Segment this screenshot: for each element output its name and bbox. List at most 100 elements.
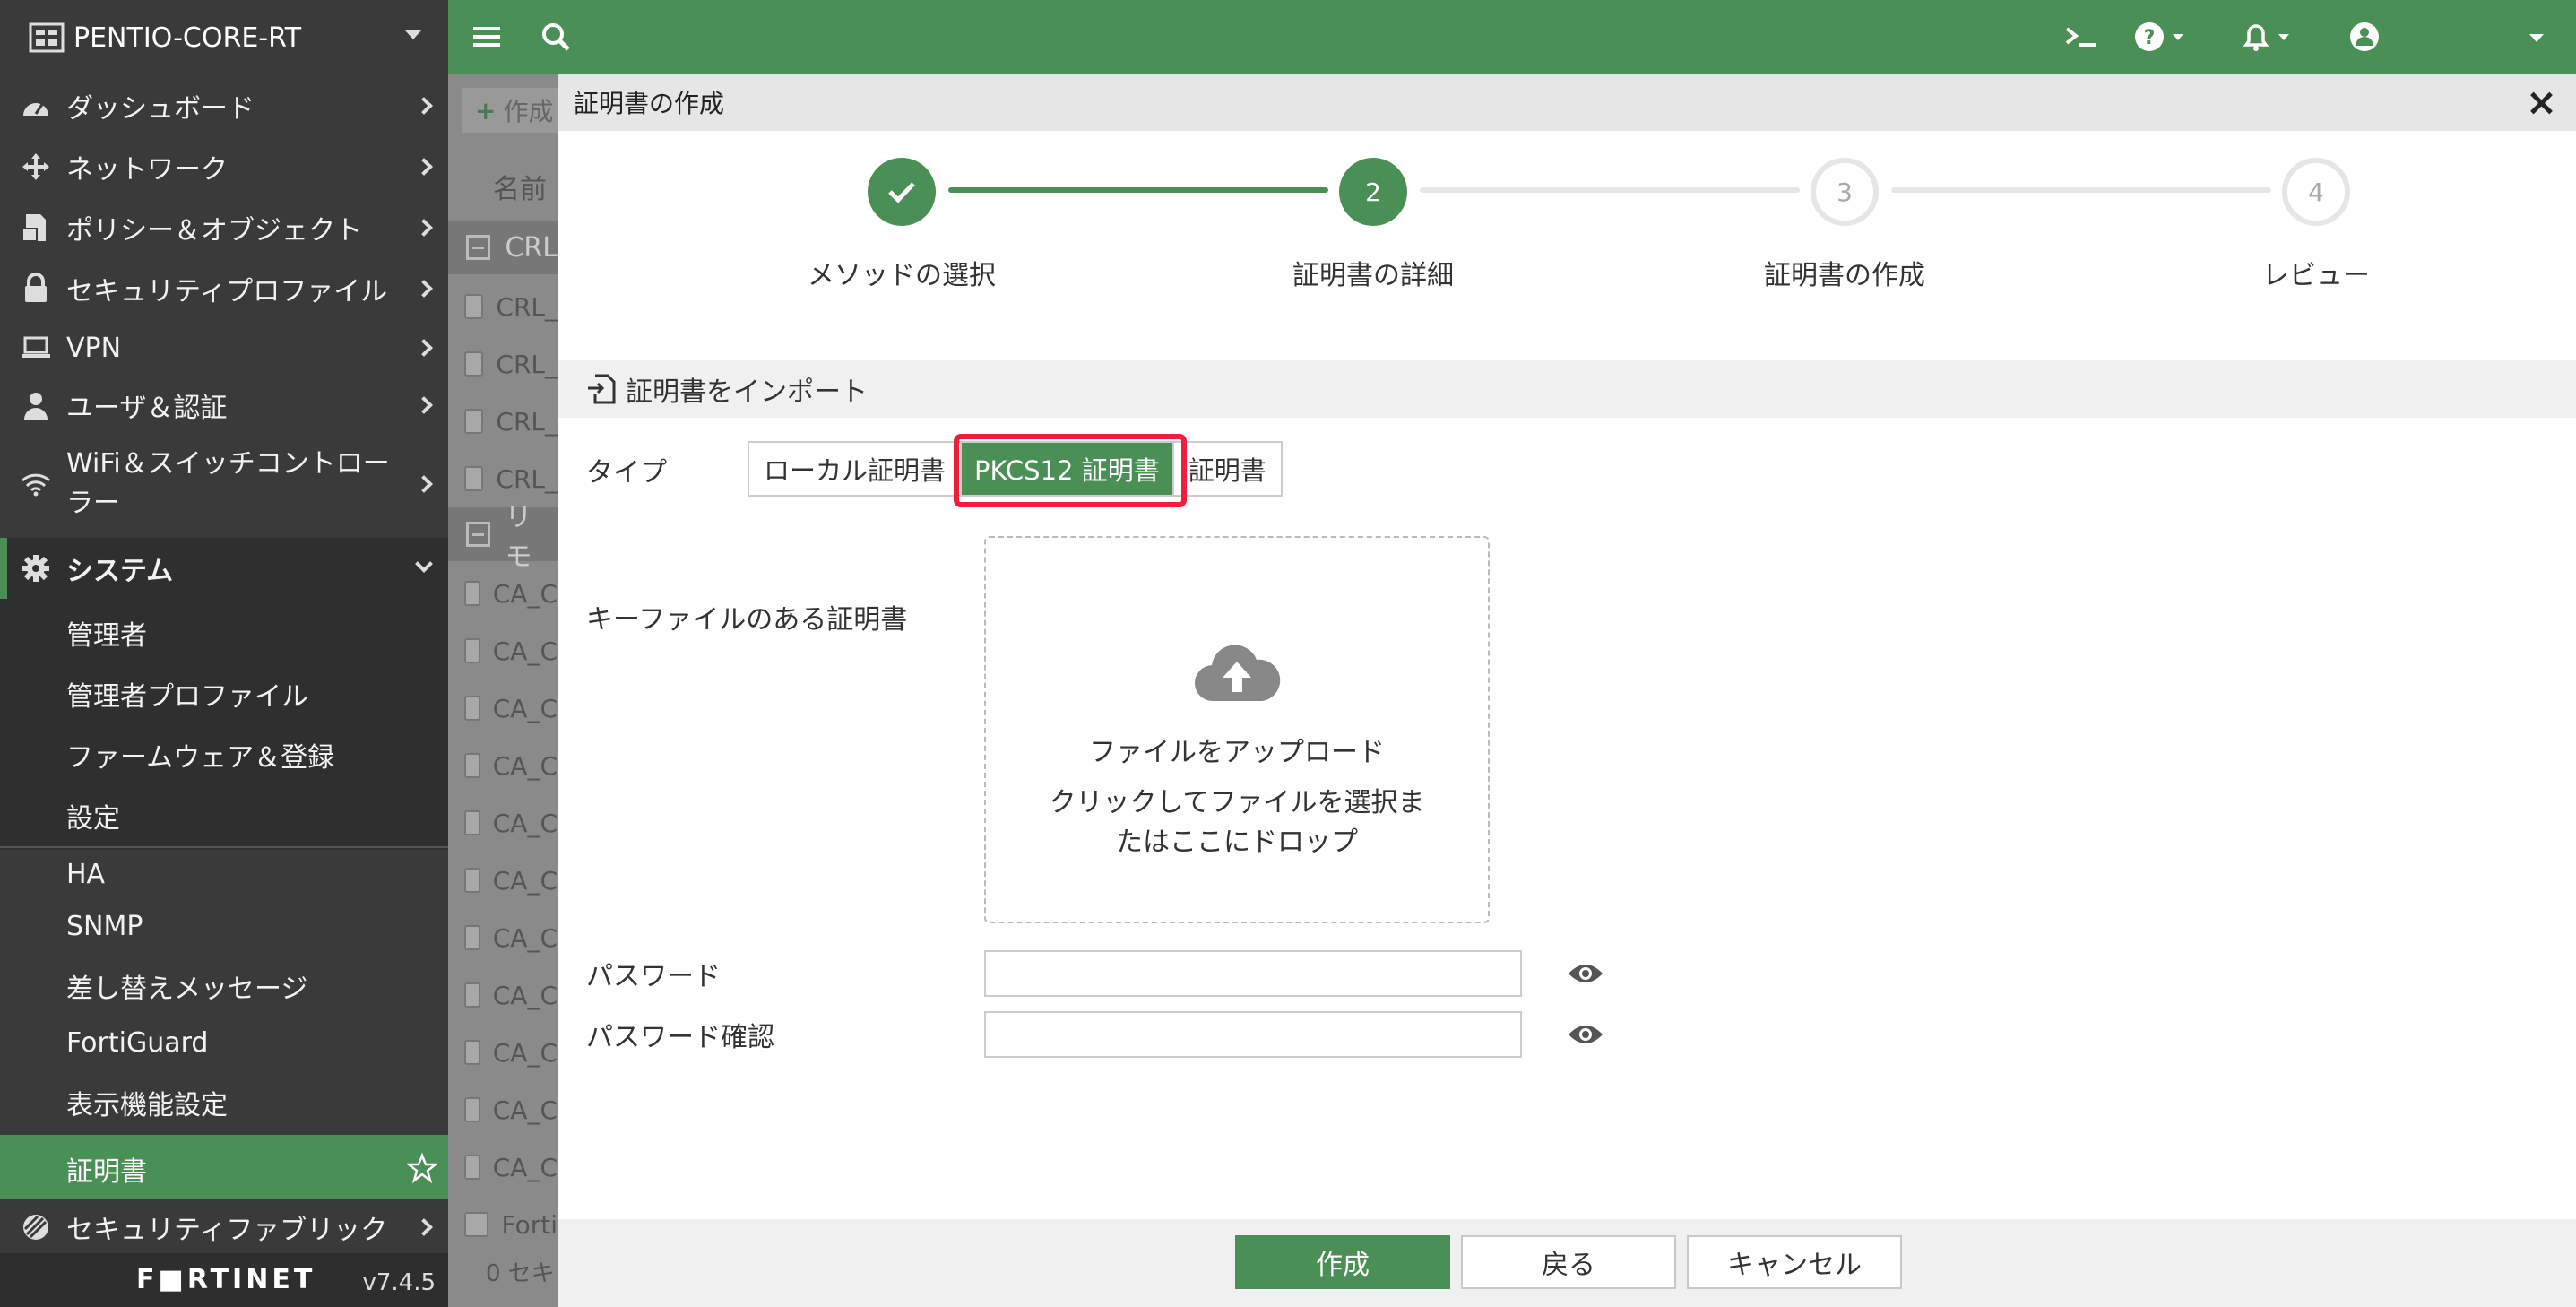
table-row: CA_C: [448, 909, 558, 966]
sidebar-subitem-firmware[interactable]: ファームウェア＆登録: [66, 735, 334, 775]
sidebar-subitem-admin-profiles[interactable]: 管理者プロファイル: [66, 674, 308, 714]
dashboard-icon: [18, 88, 54, 124]
chevron-right-icon: [415, 158, 433, 176]
sidebar-item-dashboard[interactable]: ダッシュボード: [0, 82, 448, 129]
sidebar-item-policy[interactable]: ポリシー＆オブジェクト: [0, 204, 448, 251]
dialog-title: 証明書の作成: [574, 89, 725, 118]
file-upload-dropzone[interactable]: ファイルをアップロード クリックしてファイルを選択またはここにドロップ: [984, 536, 1490, 923]
step-connector: [948, 187, 1328, 193]
step-2-circle: 2: [1339, 158, 1407, 226]
certificate-list-background: + 作成 名前 CRL CRL_ CRL_ CRL_ CRL_ リモ CA_C C…: [448, 74, 558, 1307]
crl-icon: [464, 466, 484, 491]
user-account-icon[interactable]: [2347, 18, 2382, 56]
cert-icon: [464, 638, 480, 663]
row-label: CA_C: [492, 636, 558, 666]
bell-icon[interactable]: [2239, 18, 2295, 56]
back-button[interactable]: 戻る: [1461, 1235, 1676, 1289]
type-option-certificate[interactable]: 証明書: [1174, 443, 1281, 495]
wifi-icon: [18, 466, 54, 502]
device-name: PENTIO-CORE-RT: [73, 22, 302, 54]
svg-text:?: ?: [2144, 27, 2156, 49]
table-row: CA_C: [448, 852, 558, 909]
sidebar-item-security-fabric[interactable]: セキュリティファブリック: [0, 1205, 448, 1250]
cancel-button[interactable]: キャンセル: [1687, 1235, 1902, 1289]
sidebar-subitem-fortiguard[interactable]: FortiGuard: [66, 1027, 208, 1059]
chevron-right-icon: [415, 280, 433, 298]
table-row: CA_C: [448, 737, 558, 794]
chevron-right-icon: [415, 1218, 433, 1236]
cert-icon: [464, 753, 480, 778]
password-confirm-label: パスワード確認: [586, 1022, 774, 1053]
help-icon[interactable]: ?: [2133, 18, 2189, 56]
chevron-right-icon: [415, 396, 433, 414]
row-label: CA_C: [492, 1152, 558, 1182]
row-label: Forti: [501, 1209, 558, 1240]
sidebar-subitem-snmp[interactable]: SNMP: [66, 911, 143, 942]
create-label: 作成: [503, 97, 554, 126]
row-label: CA_C: [492, 1037, 558, 1068]
sidebar-item-label: セキュリティプロファイル: [66, 276, 388, 307]
cert-icon: [464, 925, 480, 950]
crl-icon: [464, 409, 484, 434]
sidebar-subitem-replacement-messages[interactable]: 差し替えメッセージ: [66, 966, 307, 1006]
cert-icon: [464, 1212, 489, 1237]
group-row: リモ: [448, 502, 558, 573]
sidebar-subitem-ha[interactable]: HA: [66, 859, 105, 890]
row-label: CA_C: [492, 865, 558, 896]
section-header: 証明書をインポート: [558, 360, 2576, 418]
cert-icon: [464, 810, 480, 835]
caret-down-icon[interactable]: [2524, 18, 2551, 56]
row-label: CA_C: [492, 922, 558, 953]
sidebar-item-security-profile[interactable]: セキュリティプロファイル: [0, 265, 448, 312]
table-row: CA_C: [448, 1081, 558, 1138]
laptop-icon: [18, 330, 54, 366]
row-label: CRL_: [496, 291, 558, 322]
row-label: CA_C: [492, 808, 558, 838]
keyfile-label: キーファイルのある証明書: [586, 604, 908, 636]
step-2-label: 証明書の詳細: [1292, 260, 1454, 291]
type-selector: ローカル証明書 PKCS12 証明書 証明書: [748, 441, 1283, 497]
create-button[interactable]: 作成: [1235, 1235, 1450, 1289]
sidebar-item-label: ネットワーク: [66, 154, 228, 186]
eye-icon[interactable]: [1567, 961, 1604, 986]
star-icon[interactable]: [407, 1153, 437, 1183]
sidebar-item-network[interactable]: ネットワーク: [0, 143, 448, 190]
create-certificate-dialog: 証明書の作成 2 3 4 メソッドの選択 証明書の詳細 証明書の作成 レビュー …: [558, 74, 2576, 1307]
user-icon: [18, 387, 54, 423]
collapse-icon: [466, 235, 491, 260]
divider: [0, 846, 448, 848]
sidebar-item-system[interactable]: システム: [0, 543, 448, 593]
password-field[interactable]: [984, 950, 1522, 997]
sidebar-subitem-admins[interactable]: 管理者: [66, 613, 147, 653]
sidebar-item-wifi-switch[interactable]: WiFi＆スイッチコントロー ラー: [0, 443, 448, 525]
dialog-header: 証明書の作成: [558, 74, 2576, 131]
sidebar-item-label: ユーザ＆認証: [66, 393, 228, 424]
password-label: パスワード: [586, 961, 721, 992]
row-label: CRL_: [496, 349, 558, 379]
fabric-icon: [18, 1209, 54, 1245]
step-connector: [1891, 187, 2271, 193]
menu-icon[interactable]: [471, 18, 502, 56]
eye-icon[interactable]: [1567, 1022, 1604, 1047]
password-confirm-field[interactable]: [984, 1011, 1522, 1058]
close-icon[interactable]: [2529, 91, 2553, 115]
type-option-pkcs12[interactable]: PKCS12 証明書: [962, 443, 1174, 495]
sidebar-item-label: セキュリティファブリック: [66, 1215, 388, 1246]
type-option-local[interactable]: ローカル証明書: [749, 443, 963, 495]
chevron-right-icon: [415, 97, 433, 115]
caret-down-icon[interactable]: [405, 30, 421, 39]
search-icon[interactable]: [540, 18, 572, 56]
cert-icon: [464, 1040, 480, 1065]
cert-icon: [464, 1097, 480, 1122]
row-label: CRL_: [496, 463, 558, 494]
sidebar-subitem-feature-visibility[interactable]: 表示機能設定: [66, 1083, 228, 1122]
device-selector[interactable]: PENTIO-CORE-RT: [0, 0, 448, 75]
sidebar-item-label: WiFi＆スイッチコントロー ラー: [66, 445, 390, 524]
sidebar-subitem-settings[interactable]: 設定: [66, 796, 120, 835]
network-icon: [18, 149, 54, 185]
table-row: CA_C: [448, 794, 558, 852]
column-header-name: 名前: [493, 174, 547, 205]
sidebar-item-user-auth[interactable]: ユーザ＆認証: [0, 382, 448, 428]
cli-icon[interactable]: [2063, 18, 2099, 56]
sidebar-item-vpn[interactable]: VPN: [0, 325, 448, 371]
